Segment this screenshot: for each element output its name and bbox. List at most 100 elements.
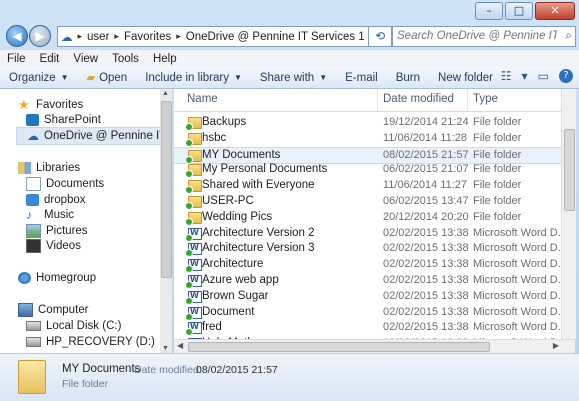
file-date: 02/02/2015 13:38 <box>383 226 469 239</box>
file-list-vertical-scrollbar[interactable] <box>561 89 576 339</box>
nav-dropbox[interactable]: dropbox <box>26 192 86 208</box>
file-type: Microsoft Word D... <box>473 305 561 318</box>
include-label: Include in library <box>145 71 229 84</box>
column-divider[interactable] <box>467 89 468 111</box>
breadcrumb-favorites[interactable]: Favorites <box>121 31 174 43</box>
refresh-button[interactable]: ⟲ <box>368 26 392 47</box>
file-row[interactable]: Architecture 02/02/2015 13:38 Microsoft Wo… <box>174 257 561 274</box>
menu-view[interactable]: View <box>66 53 105 65</box>
scroll-down-icon[interactable]: ▼ <box>162 345 169 352</box>
breadcrumb-onedrive[interactable]: OneDrive @ Pennine IT Services 1 <box>183 31 368 43</box>
share-with-button[interactable]: Share with ▼ <box>251 72 336 84</box>
file-row[interactable]: Azure web app 02/02/2015 13:38 Microsoft W… <box>174 273 561 289</box>
file-name: MY Documents <box>202 148 281 161</box>
menu-bar: File Edit View Tools Help <box>0 50 579 68</box>
file-row[interactable]: fred 02/02/2015 13:38 Microsoft Word D... <box>174 320 561 337</box>
nav-videos[interactable]: Videos <box>26 238 81 254</box>
file-row[interactable]: Wedding Pics 20/12/2014 20:20 File folder <box>174 210 561 226</box>
nav-local-disk[interactable]: Local Disk (C:) <box>26 318 121 334</box>
file-list-horizontal-scrollbar[interactable]: ◀ ▶ <box>174 339 575 354</box>
organize-button[interactable]: Organize ▼ <box>0 72 78 84</box>
sync-status-icon <box>185 312 193 321</box>
nav-scroll-thumb[interactable] <box>161 101 172 278</box>
dropdown-arrow-icon: ▼ <box>233 73 242 82</box>
vertical-scroll-thumb[interactable] <box>564 129 575 211</box>
menu-help[interactable]: Help <box>146 53 184 65</box>
nav-homegroup[interactable]: Homegroup <box>18 270 96 286</box>
file-row[interactable]: Document 02/02/2015 13:38 Microsoft Word D… <box>174 305 561 321</box>
column-date-modified[interactable]: Date modified <box>383 93 454 105</box>
pictures-icon <box>26 224 41 238</box>
nav-music[interactable]: ♪ Music <box>26 207 74 223</box>
nav-onedrive[interactable]: ☁ OneDrive @ Pennine IT Servic <box>16 127 160 145</box>
nav-scrollbar[interactable]: ▲ ▼ <box>160 89 172 353</box>
details-pane: MY Documents Date modified: 08/02/2015 2… <box>0 353 579 401</box>
preview-pane-icon[interactable]: ▭ <box>538 69 549 83</box>
nav-homegroup-label: Homegroup <box>36 272 97 284</box>
nav-videos-label: Videos <box>46 240 81 252</box>
file-name: Architecture <box>202 258 264 271</box>
search-input[interactable] <box>393 27 557 44</box>
chevron-right-icon: ▸ <box>176 31 181 41</box>
address-bar[interactable]: ☁ ▸ user ▸ Favorites ▸ OneDrive @ Pennin… <box>57 26 369 47</box>
column-divider[interactable] <box>377 89 378 111</box>
file-row[interactable]: My Personal Documents 06/02/2015 21:07 Fil… <box>174 162 561 179</box>
details-type: File folder <box>62 378 109 390</box>
file-row[interactable]: hsbc 11/06/2014 11:28 File folder <box>174 131 561 147</box>
help-icon[interactable]: ? <box>559 69 573 83</box>
file-name: Azure web app <box>202 274 279 286</box>
sync-status-icon <box>185 123 193 131</box>
nav-onedrive-label: OneDrive @ Pennine IT Servic <box>44 130 160 142</box>
file-row[interactable]: Backups 19/12/2014 21:24 File folder <box>174 115 561 131</box>
column-type[interactable]: Type <box>473 93 498 105</box>
view-options-icon[interactable]: ☷ <box>501 69 512 83</box>
open-button[interactable]: ▰ Open <box>78 71 137 85</box>
file-row[interactable]: Shared with Everyone 11/06/2014 11:27 File… <box>174 178 561 195</box>
videos-icon <box>26 239 41 253</box>
file-name: Backups <box>202 116 247 128</box>
file-type: File folder <box>473 131 522 144</box>
close-button[interactable]: ✕ <box>535 2 575 20</box>
column-headers: Name Date modified Type <box>174 89 561 112</box>
file-date: 08/02/2015 21:57 <box>383 148 469 161</box>
command-bar: Organize ▼ ▰ Open Include in library ▼ Shar… <box>0 67 579 89</box>
minimize-button[interactable]: – <box>475 2 503 20</box>
file-row[interactable]: Brown Sugar 02/02/2015 13:38 Microsoft Wor… <box>174 289 561 305</box>
nav-documents[interactable]: Documents <box>26 176 104 192</box>
menu-file[interactable]: File <box>0 53 33 65</box>
scroll-up-icon[interactable]: ▲ <box>162 90 169 97</box>
nav-computer[interactable]: Computer <box>18 302 89 318</box>
email-button[interactable]: E-mail <box>336 72 387 84</box>
column-name[interactable]: Name <box>187 93 218 105</box>
include-in-library-button[interactable]: Include in library ▼ <box>136 72 251 84</box>
nav-favorites[interactable]: ★ Favorites <box>18 97 83 113</box>
file-date: 02/02/2015 13:38 <box>383 242 469 255</box>
back-button[interactable]: ◀ <box>6 25 28 47</box>
file-row[interactable]: MY Documents 08/02/2015 21:57 File folder <box>174 146 561 164</box>
explorer-window: – □ ✕ ◀ ▶ ☁ ▸ user ▸ Favorites ▸ OneDriv… <box>0 0 579 401</box>
menu-edit[interactable]: Edit <box>33 53 67 65</box>
nav-pictures[interactable]: Pictures <box>26 223 88 239</box>
file-row[interactable]: Architecture Version 2 02/02/2015 13:38 Mi… <box>174 226 561 242</box>
scroll-left-icon[interactable]: ◀ <box>177 341 183 350</box>
nav-hp-recovery[interactable]: HP_RECOVERY (D:) <box>26 334 155 350</box>
scroll-right-icon[interactable]: ▶ <box>553 341 559 350</box>
file-date: 02/02/2015 13:38 <box>383 274 469 286</box>
file-row[interactable]: Architecture Version 3 02/02/2015 13:38 Mi… <box>174 241 561 258</box>
search-box[interactable]: ⌕ <box>392 26 576 47</box>
file-date: 11/06/2014 11:27 <box>383 179 468 192</box>
nav-libraries[interactable]: Libraries <box>18 160 80 176</box>
maximize-button[interactable]: □ <box>505 2 533 20</box>
dropdown-arrow-icon[interactable]: ▼ <box>522 72 528 81</box>
hard-drive-icon <box>26 337 41 347</box>
burn-button[interactable]: Burn <box>387 72 429 84</box>
menu-tools[interactable]: Tools <box>105 53 146 65</box>
file-date: 02/02/2015 13:38 <box>383 305 469 318</box>
search-icon[interactable]: ⌕ <box>565 28 572 43</box>
breadcrumb-user[interactable]: user <box>84 31 112 43</box>
forward-button[interactable]: ▶ <box>29 25 51 47</box>
horizontal-scroll-thumb[interactable] <box>188 342 490 352</box>
sync-status-icon <box>185 170 193 179</box>
file-row[interactable]: USER-PC 06/02/2015 13:47 File folder <box>174 194 561 210</box>
nav-sharepoint[interactable]: SharePoint <box>26 112 101 128</box>
